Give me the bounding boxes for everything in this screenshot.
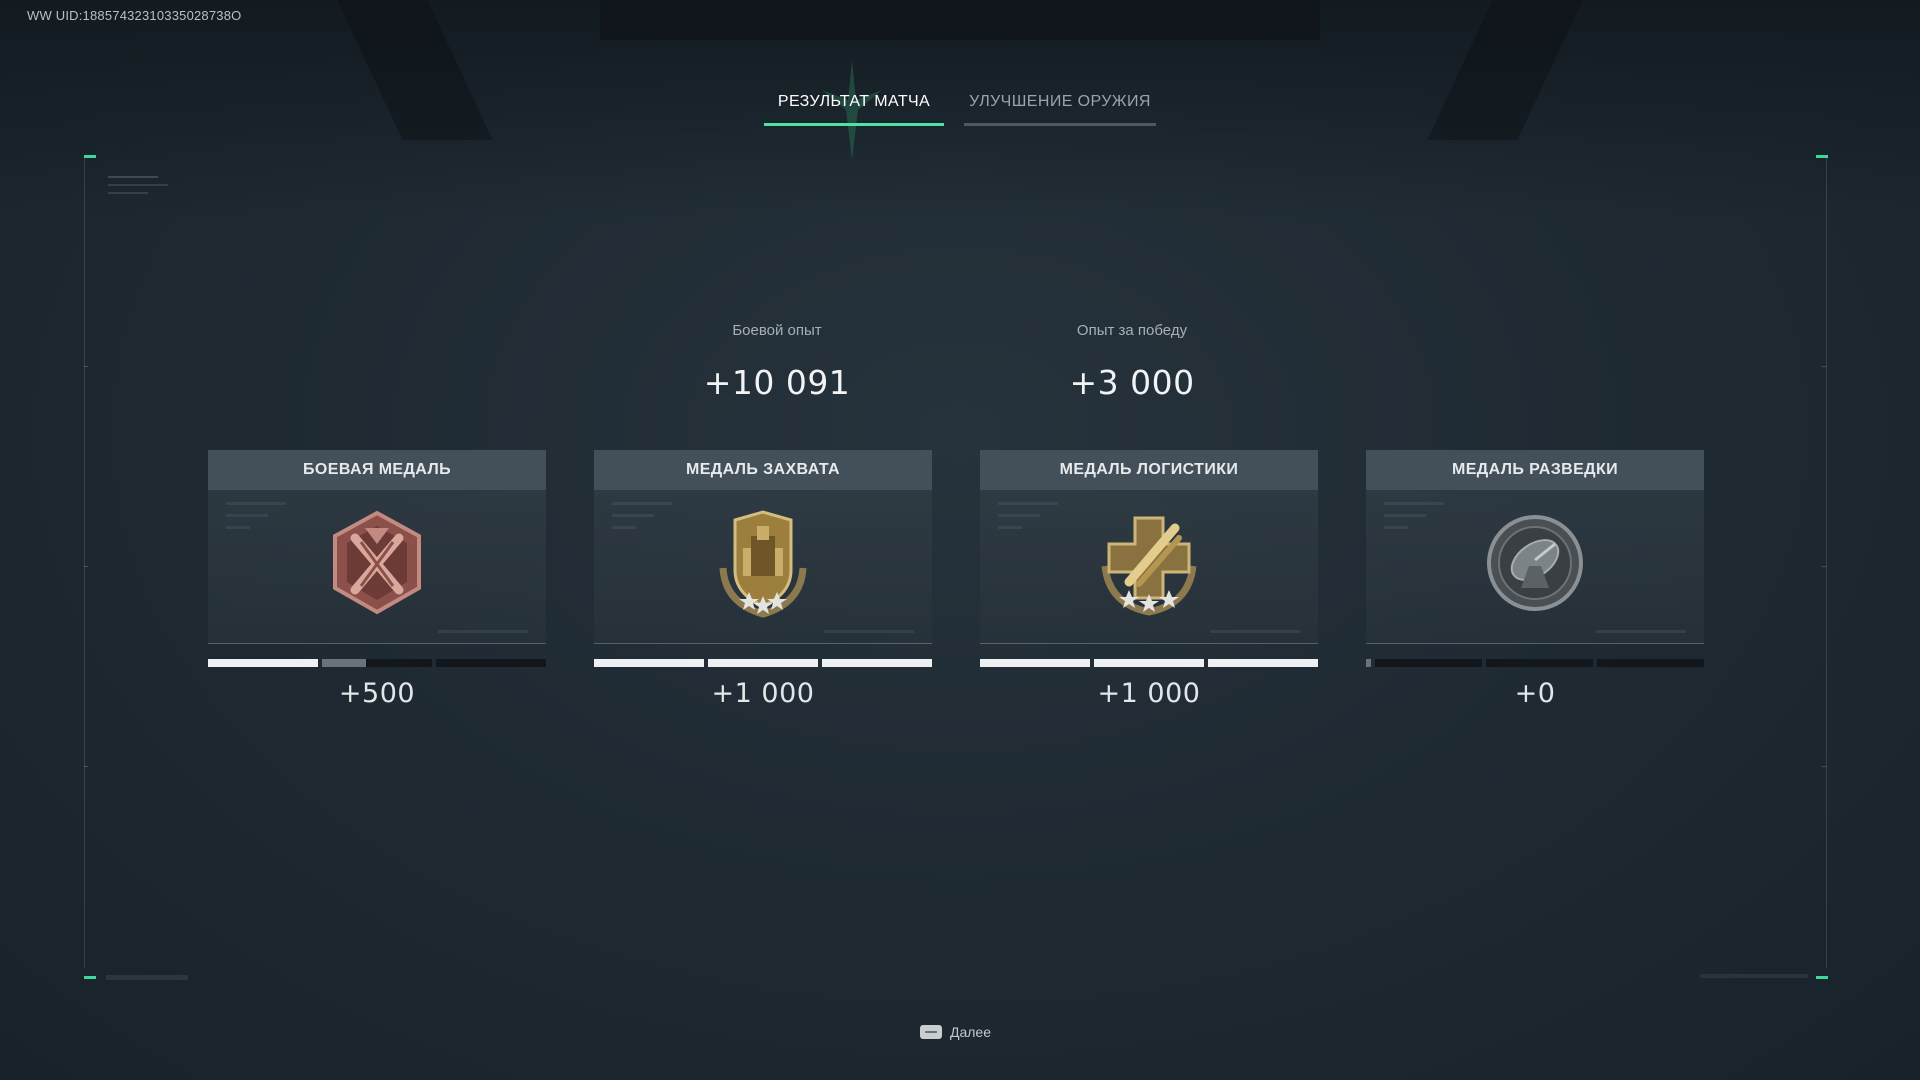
victory-xp-value: +3 000 — [1069, 363, 1195, 402]
medal-card-capture: МЕДАЛЬ ЗАХВАТА — [594, 450, 932, 644]
medal-progress-logistics — [980, 659, 1318, 667]
capture-medal-icon — [719, 510, 807, 618]
medal-points: +500 — [338, 678, 416, 709]
tab-label: РЕЗУЛЬТАТ МАТЧА — [777, 93, 931, 110]
frame-tick — [1822, 766, 1826, 767]
progress-segment — [1208, 659, 1318, 667]
hud-decor-left — [108, 170, 168, 200]
card-decor — [824, 630, 914, 633]
uid-label: WW UID:18857432310335028738O — [27, 8, 242, 23]
card-decor — [998, 502, 1058, 538]
card-decor — [1210, 630, 1300, 633]
progress-segment — [708, 659, 818, 667]
frame-corner-br — [1816, 976, 1828, 979]
frame-corner-tr — [1816, 155, 1828, 158]
tab-weapon-upgrade[interactable]: УЛУЧШЕНИЕ ОРУЖИЯ — [964, 78, 1156, 126]
progress-segment — [1486, 659, 1593, 667]
next-button[interactable]: Далее — [920, 1024, 991, 1040]
medal-card-recon: МЕДАЛЬ РАЗВЕДКИ — [1366, 450, 1704, 644]
frame-tick — [1822, 566, 1826, 567]
progress-segment — [208, 659, 318, 667]
medal-points: +1 000 — [711, 678, 815, 709]
hud-decor-bottom-left — [106, 975, 188, 980]
medal-title: МЕДАЛЬ ЛОГИСТИКИ — [980, 450, 1318, 490]
progress-segment — [1375, 659, 1482, 667]
medal-title: МЕДАЛЬ РАЗВЕДКИ — [1366, 450, 1704, 490]
match-results-screen: WW UID:18857432310335028738O РЕЗУЛЬТАТ М… — [0, 0, 1920, 1080]
frame-corner-bl — [84, 976, 96, 979]
progress-segment — [1094, 659, 1204, 667]
medal-progress-recon — [1366, 659, 1704, 667]
combat-xp-value: +10 091 — [703, 363, 851, 402]
logistics-medal-icon — [1101, 516, 1197, 616]
card-decor — [438, 630, 528, 633]
progress-segment — [822, 659, 932, 667]
medal-progress-capture — [594, 659, 932, 667]
progress-segment-start — [1366, 659, 1371, 667]
medal-points: +0 — [1514, 678, 1556, 709]
progress-segment — [436, 659, 546, 667]
frame-tick — [84, 366, 88, 367]
frame-tick — [1822, 366, 1826, 367]
victory-xp-label: Опыт за победу — [1076, 322, 1188, 339]
combat-xp-label: Боевой опыт — [732, 322, 822, 339]
ceiling-beam-center — [600, 0, 1320, 40]
progress-segment — [594, 659, 704, 667]
progress-segment — [322, 659, 432, 667]
frame-tick — [84, 566, 88, 567]
recon-medal-icon — [1487, 515, 1583, 611]
medal-points: +1 000 — [1097, 678, 1201, 709]
medal-card-combat: БОЕВАЯ МЕДАЛЬ — [208, 450, 546, 644]
medal-card-logistics: МЕДАЛЬ ЛОГИСТИКИ — [980, 450, 1318, 644]
medal-title: МЕДАЛЬ ЗАХВАТА — [594, 450, 932, 490]
tab-match-result[interactable]: РЕЗУЛЬТАТ МАТЧА — [764, 78, 944, 126]
progress-segment — [980, 659, 1090, 667]
keyboard-key-icon — [920, 1025, 942, 1039]
tab-bar: РЕЗУЛЬТАТ МАТЧА УЛУЧШЕНИЕ ОРУЖИЯ — [0, 78, 1920, 126]
frame-tick — [84, 766, 88, 767]
frame-corner-tl — [84, 155, 96, 158]
hud-decor-bottom-right — [1700, 974, 1808, 978]
card-decor — [612, 502, 672, 538]
progress-segment — [1597, 659, 1704, 667]
card-decor — [226, 502, 286, 538]
tab-label: УЛУЧШЕНИЕ ОРУЖИЯ — [969, 93, 1151, 110]
frame-left-line — [84, 158, 85, 968]
card-decor — [1596, 630, 1686, 633]
frame-right-line — [1826, 158, 1827, 968]
combat-medal-icon — [333, 510, 421, 615]
victory-xp: Опыт за победу +3 000 — [1002, 322, 1262, 402]
card-decor — [1384, 502, 1444, 538]
medal-progress-combat — [208, 659, 546, 667]
next-label: Далее — [950, 1024, 992, 1040]
combat-xp: Боевой опыт +10 091 — [647, 322, 907, 402]
medal-title: БОЕВАЯ МЕДАЛЬ — [208, 450, 546, 490]
